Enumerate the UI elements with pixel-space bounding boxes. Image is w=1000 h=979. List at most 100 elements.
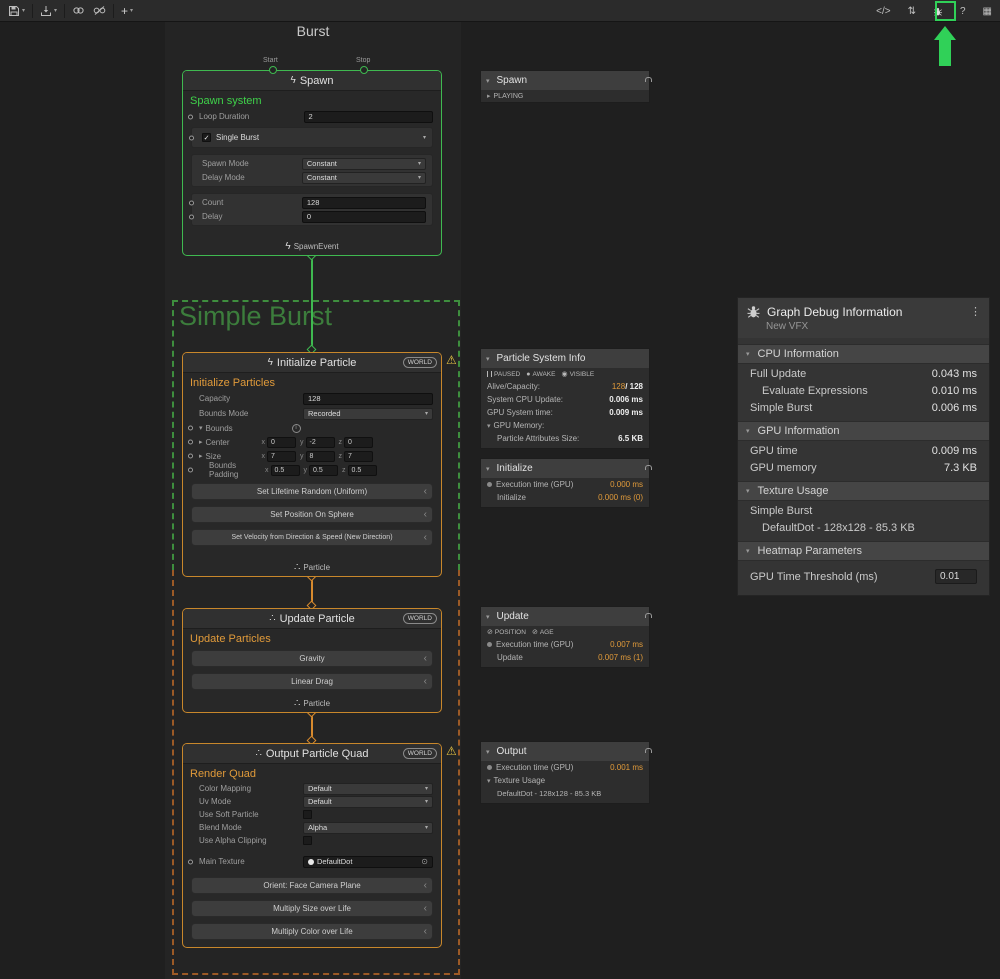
control-panel-button[interactable]: ⇅	[904, 2, 920, 20]
padding-x-field[interactable]: 0.5	[271, 465, 300, 476]
attach-lock-button[interactable]	[68, 2, 89, 20]
save-button[interactable]: ▾	[4, 2, 29, 20]
system-group-label[interactable]: Simple Burst	[179, 301, 332, 332]
layout-button[interactable]: ▦	[979, 2, 996, 20]
spawn-start-port[interactable]	[269, 66, 277, 74]
color-mapping-dropdown[interactable]: Default ▾	[303, 783, 433, 795]
input-port-dot[interactable]	[188, 426, 193, 431]
block-set-velocity[interactable]: Set Velocity from Direction & Speed (New…	[191, 529, 433, 546]
size-z-field[interactable]: 7	[344, 451, 373, 462]
warning-icon[interactable]: ⚠	[446, 353, 457, 367]
input-port-dot[interactable]	[188, 454, 193, 459]
add-button[interactable]: + ▾	[117, 2, 137, 20]
chevron-left-icon[interactable]: ‹	[424, 881, 427, 891]
main-texture-object-field[interactable]: DefaultDot ⊙	[303, 856, 433, 868]
input-port-dot[interactable]	[188, 859, 193, 864]
system-name-label[interactable]: Render Quad	[183, 764, 441, 782]
initialize-node-header[interactable]: ϟ Initialize Particle WORLD	[183, 353, 441, 373]
overlay-output-header[interactable]: ▾ Output	[481, 742, 649, 761]
input-port-dot[interactable]	[189, 200, 194, 205]
input-port-dot[interactable]	[189, 214, 194, 219]
chevron-left-icon[interactable]: ‹	[424, 904, 427, 914]
space-badge[interactable]: WORLD	[403, 613, 437, 624]
section-gpu-information[interactable]: ▾ GPU Information	[738, 421, 989, 441]
overlay-initialize-header[interactable]: ▾ Initialize	[481, 459, 649, 478]
single-burst-block[interactable]: ✓ Single Burst ▾	[191, 127, 433, 148]
object-picker-icon[interactable]: ⊙	[421, 857, 428, 866]
block-set-position[interactable]: Set Position On Sphere ‹	[191, 506, 433, 523]
output-context-node[interactable]: ∴ Output Particle Quad WORLD Render Quad…	[182, 743, 442, 948]
padding-y-field[interactable]: 0.5	[309, 465, 338, 476]
initialize-context-node[interactable]: ϟ Initialize Particle WORLD Initialize P…	[182, 352, 442, 577]
bounds-mode-dropdown[interactable]: Recorded ▾	[303, 408, 433, 420]
foldout-icon[interactable]: ▾	[487, 777, 491, 785]
update-node-header[interactable]: ∴ Update Particle WORLD	[183, 609, 441, 629]
delay-field[interactable]: 0	[302, 211, 426, 223]
block-gravity[interactable]: Gravity ‹	[191, 650, 433, 667]
edge-spawn-to-initialize[interactable]	[311, 256, 313, 352]
chevron-left-icon[interactable]: ‹	[424, 677, 427, 687]
overlay-spawn-header[interactable]: ▾ Spawn	[481, 71, 649, 90]
size-y-field[interactable]: 8	[306, 451, 335, 462]
compile-button[interactable]: ▾	[36, 2, 61, 20]
chevron-left-icon[interactable]: ‹	[424, 487, 427, 497]
input-port-dot[interactable]	[188, 468, 193, 473]
capacity-field[interactable]: 128	[303, 393, 433, 405]
chevron-left-icon[interactable]: ‹	[424, 510, 427, 520]
input-port-dot[interactable]	[188, 440, 193, 445]
input-port-dot[interactable]	[189, 135, 194, 140]
uv-mode-dropdown[interactable]: Default ▾	[303, 796, 433, 808]
center-y-field[interactable]: -2	[306, 437, 335, 448]
unlink-button[interactable]	[89, 2, 110, 20]
foldout-icon[interactable]: ▾	[199, 424, 203, 432]
spawn-context-node[interactable]: ϟ Spawn Spawn system Loop Duration 2 ✓ S…	[182, 70, 442, 256]
system-name-label[interactable]: Initialize Particles	[183, 373, 441, 391]
overlay-update-header[interactable]: ▾ Update	[481, 607, 649, 626]
chevron-left-icon[interactable]: ‹	[424, 533, 427, 543]
input-port-dot[interactable]	[188, 114, 193, 119]
show-code-button[interactable]: </>	[872, 2, 894, 20]
gpu-time-threshold-field[interactable]: 0.01	[935, 569, 977, 584]
section-cpu-information[interactable]: ▾ CPU Information	[738, 344, 989, 364]
chevron-down-icon: ▾	[54, 7, 57, 14]
center-z-field[interactable]: 0	[344, 437, 373, 448]
spawn-stop-port[interactable]	[360, 66, 368, 74]
block-multiply-color[interactable]: Multiply Color over Life ‹	[191, 923, 433, 940]
loop-duration-field[interactable]: 2	[304, 111, 433, 123]
output-node-header[interactable]: ∴ Output Particle Quad WORLD	[183, 744, 441, 764]
section-heatmap-parameters[interactable]: ▾ Heatmap Parameters	[738, 541, 989, 561]
use-alpha-clipping-checkbox[interactable]	[303, 836, 312, 845]
debug-panel-header[interactable]: Graph Debug Information ⋮	[738, 298, 989, 320]
center-x-field[interactable]: 0	[267, 437, 296, 448]
update-context-node[interactable]: ∴ Update Particle WORLD Update Particles…	[182, 608, 442, 713]
overlay-psinfo-header[interactable]: ▾ Particle System Info	[481, 349, 649, 368]
foldout-icon[interactable]: ▸	[199, 452, 203, 460]
use-soft-particle-checkbox[interactable]	[303, 810, 312, 819]
size-x-field[interactable]: 7	[267, 451, 296, 462]
space-badge[interactable]: WORLD	[403, 357, 437, 368]
foldout-icon[interactable]: ▸	[487, 92, 491, 100]
system-name-label[interactable]: Update Particles	[183, 629, 441, 647]
padding-z-field[interactable]: 0.5	[348, 465, 377, 476]
foldout-icon[interactable]: ▾	[487, 422, 491, 430]
count-field[interactable]: 128	[302, 197, 426, 209]
chevron-down-icon[interactable]: ▾	[423, 134, 426, 141]
block-set-lifetime[interactable]: Set Lifetime Random (Uniform) ‹	[191, 483, 433, 500]
block-orient[interactable]: Orient: Face Camera Plane ‹	[191, 877, 433, 894]
warning-icon[interactable]: ⚠	[446, 744, 457, 758]
blend-mode-dropdown[interactable]: Alpha ▾	[303, 822, 433, 834]
block-linear-drag[interactable]: Linear Drag ‹	[191, 673, 433, 690]
single-burst-checkbox[interactable]: ✓	[202, 133, 211, 142]
space-badge[interactable]: WORLD	[403, 748, 437, 759]
chevron-left-icon[interactable]: ‹	[424, 654, 427, 664]
system-name-label[interactable]: Spawn system	[183, 91, 441, 109]
foldout-icon[interactable]: ▸	[199, 438, 203, 446]
spawn-mode-dropdown[interactable]: Constant ▾	[302, 158, 426, 170]
block-multiply-size[interactable]: Multiply Size over Life ‹	[191, 900, 433, 917]
section-texture-usage[interactable]: ▾ Texture Usage	[738, 481, 989, 501]
help-button[interactable]: ?	[956, 2, 970, 20]
spawn-node-header[interactable]: ϟ Spawn	[183, 71, 441, 91]
kebab-menu-icon[interactable]: ⋮	[970, 305, 981, 318]
chevron-left-icon[interactable]: ‹	[424, 927, 427, 937]
delay-mode-dropdown[interactable]: Constant ▾	[302, 172, 426, 184]
